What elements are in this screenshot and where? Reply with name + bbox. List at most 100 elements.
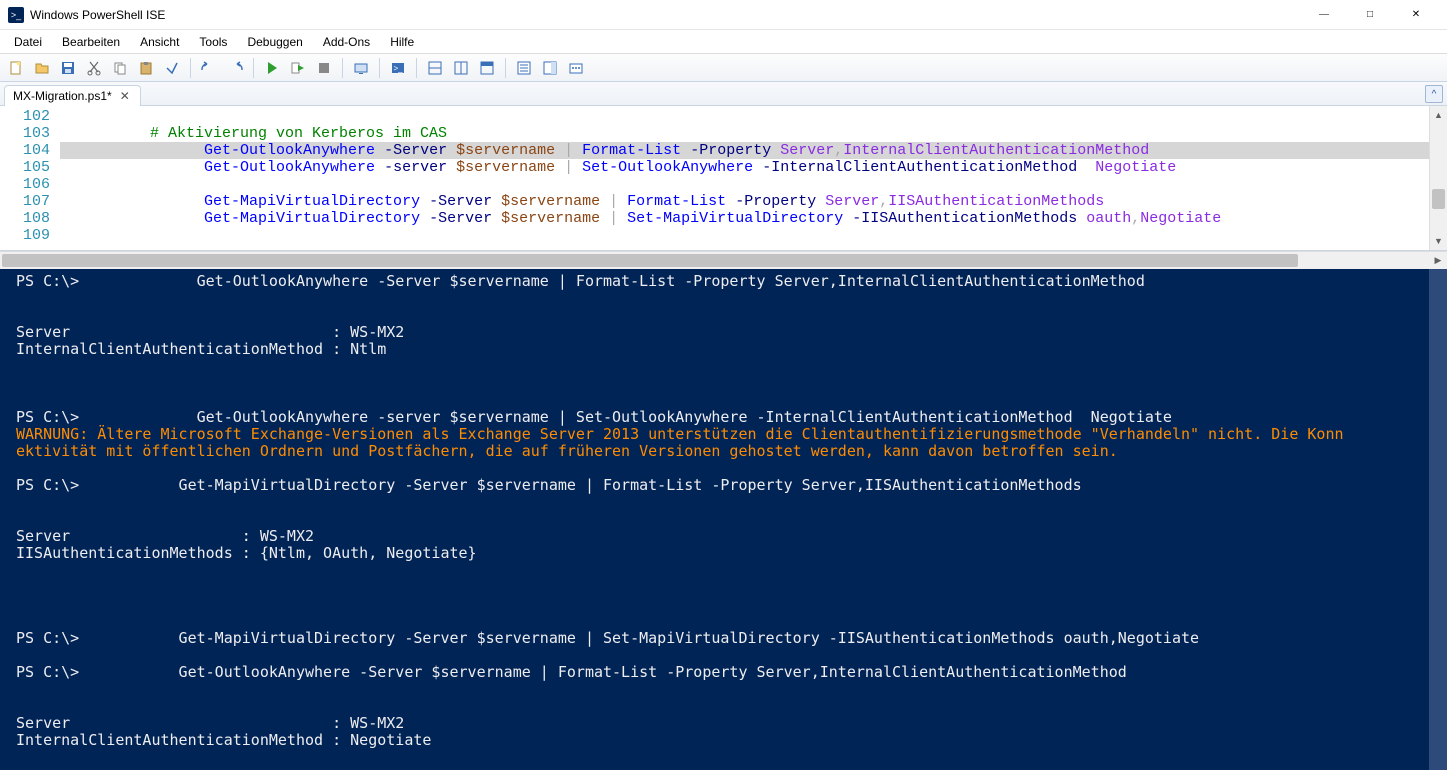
copy-icon[interactable] [108, 56, 132, 80]
code-line[interactable] [60, 227, 1429, 244]
code-token [60, 210, 204, 227]
new-remote-tab-icon[interactable]: >_ [386, 56, 410, 80]
pane-console-icon[interactable] [475, 56, 499, 80]
scroll-track[interactable] [1430, 124, 1447, 232]
save-icon[interactable] [56, 56, 80, 80]
code-line[interactable]: # Aktivierung von Kerberos im CAS [60, 125, 1429, 142]
line-number: 108 [0, 210, 50, 227]
paste-icon[interactable] [134, 56, 158, 80]
redo-icon[interactable] [223, 56, 247, 80]
new-file-icon[interactable] [4, 56, 28, 80]
code-token: Get-OutlookAnywhere [204, 142, 375, 159]
collapse-editor-button[interactable]: ^ [1425, 85, 1443, 103]
code-token: Get-MapiVirtualDirectory [204, 193, 420, 210]
scroll-up-icon[interactable]: ▲ [1430, 106, 1447, 124]
tab-bar: MX-Migration.ps1* ✕ ^ [0, 82, 1447, 106]
editor-horizontal-scrollbar[interactable]: ▶ [0, 251, 1447, 269]
code-token [618, 193, 627, 210]
console-line: Server : WS-MX2 [16, 715, 1439, 732]
script-tab[interactable]: MX-Migration.ps1* ✕ [4, 85, 141, 106]
menu-hilfe[interactable]: Hilfe [382, 33, 422, 51]
menu-debuggen[interactable]: Debuggen [239, 33, 310, 51]
console-line [16, 647, 1439, 664]
code-token: $servername [456, 159, 555, 176]
minimize-button[interactable]: — [1301, 0, 1347, 30]
toolbar-separator [342, 58, 343, 78]
stop-icon[interactable] [312, 56, 336, 80]
toolbar-separator [416, 58, 417, 78]
undo-icon[interactable] [197, 56, 221, 80]
code-token: -Server [420, 210, 501, 227]
scroll-right-icon[interactable]: ▶ [1429, 252, 1447, 269]
hscroll-thumb[interactable] [2, 254, 1298, 267]
code-token: Format-List [582, 142, 681, 159]
code-token [618, 210, 627, 227]
close-button[interactable]: ✕ [1393, 0, 1439, 30]
menu-datei[interactable]: Datei [6, 33, 50, 51]
svg-text:>_: >_ [393, 64, 403, 73]
console-vertical-scrollbar[interactable] [1429, 269, 1447, 770]
console-line: Server : WS-MX2 [16, 528, 1439, 545]
pane-both-icon[interactable] [423, 56, 447, 80]
toolbar: >_ [0, 54, 1447, 82]
editor-vertical-scrollbar[interactable]: ▲ ▼ [1429, 106, 1447, 250]
code-token: Negotiate [1140, 210, 1221, 227]
show-commands-icon[interactable] [512, 56, 536, 80]
code-line[interactable] [60, 176, 1429, 193]
console-line: WARNUNG: Ältere Microsoft Exchange-Versi… [16, 426, 1439, 443]
scroll-thumb[interactable] [1432, 189, 1445, 209]
console-line [16, 375, 1439, 392]
code-token: , [879, 193, 888, 210]
script-editor[interactable]: 102103104105106107108109 # Aktivierung v… [0, 106, 1447, 251]
pane-script-icon[interactable] [449, 56, 473, 80]
code-token: -server [375, 159, 456, 176]
code-token: $servername [456, 142, 555, 159]
console-line: PS C:\> Get-OutlookAnywhere -Server $ser… [16, 273, 1439, 290]
code-token: # Aktivierung von Kerberos im CAS [60, 125, 447, 142]
code-token: IISAuthenticationMethods [888, 193, 1104, 210]
maximize-button[interactable]: □ [1347, 0, 1393, 30]
cut-icon[interactable] [82, 56, 106, 80]
code-token [555, 159, 564, 176]
open-file-icon[interactable] [30, 56, 54, 80]
console-line [16, 579, 1439, 596]
code-token [555, 142, 564, 159]
menu-add-ons[interactable]: Add-Ons [315, 33, 378, 51]
remote-icon[interactable] [349, 56, 373, 80]
code-line[interactable] [60, 108, 1429, 125]
toolbar-separator [505, 58, 506, 78]
code-token: | [609, 193, 618, 210]
console-line [16, 290, 1439, 307]
console-output[interactable]: PS C:\> Get-OutlookAnywhere -Server $ser… [0, 269, 1447, 770]
console-line [16, 307, 1439, 324]
code-token: | [609, 210, 618, 227]
line-number-gutter: 102103104105106107108109 [0, 106, 60, 250]
tab-close-icon[interactable]: ✕ [118, 90, 132, 102]
options-icon[interactable] [564, 56, 588, 80]
code-line[interactable]: Get-MapiVirtualDirectory -Server $server… [60, 193, 1429, 210]
menu-tools[interactable]: Tools [191, 33, 235, 51]
menu-bearbeiten[interactable]: Bearbeiten [54, 33, 128, 51]
hscroll-track[interactable] [2, 254, 1411, 267]
code-token [573, 142, 582, 159]
console-line [16, 392, 1439, 409]
tab-label: MX-Migration.ps1* [13, 89, 112, 103]
code-token [600, 193, 609, 210]
clear-icon[interactable] [160, 56, 184, 80]
code-token: InternalClientAuthenticationMethod [843, 142, 1149, 159]
code-line[interactable]: Get-OutlookAnywhere -server $servername … [60, 159, 1429, 176]
run-selection-icon[interactable] [286, 56, 310, 80]
show-addon-icon[interactable] [538, 56, 562, 80]
scroll-down-icon[interactable]: ▼ [1430, 232, 1447, 250]
run-icon[interactable] [260, 56, 284, 80]
code-area[interactable]: # Aktivierung von Kerberos im CAS Get-Ou… [60, 106, 1429, 250]
menu-ansicht[interactable]: Ansicht [132, 33, 187, 51]
code-line[interactable]: Get-OutlookAnywhere -Server $servername … [60, 142, 1429, 159]
console-line [16, 494, 1439, 511]
console-line [16, 613, 1439, 630]
code-token: -IISAuthenticationMethods [843, 210, 1086, 227]
console-line: PS C:\> Get-OutlookAnywhere -Server $ser… [16, 664, 1439, 681]
console-line: PS C:\> Get-MapiVirtualDirectory -Server… [16, 477, 1439, 494]
console-line [16, 562, 1439, 579]
code-line[interactable]: Get-MapiVirtualDirectory -Server $server… [60, 210, 1429, 227]
